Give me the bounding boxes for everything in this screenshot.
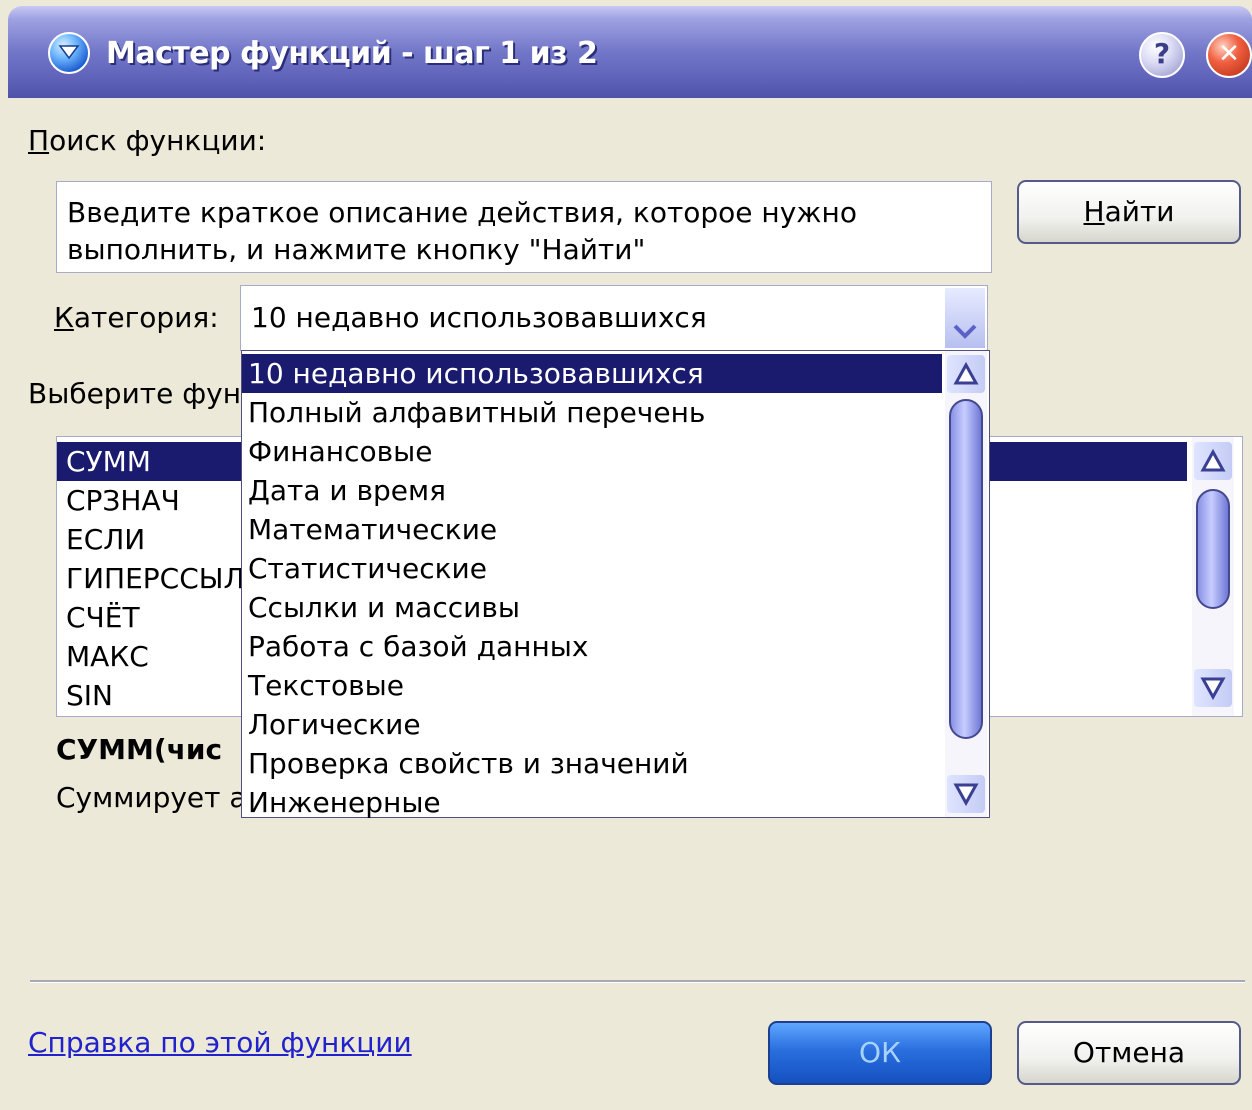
search-label-text: оиск функции:: [49, 124, 267, 157]
triangle-up-icon: [1200, 448, 1226, 472]
category-dropdown-button[interactable]: [945, 288, 985, 348]
function-help-link[interactable]: Справка по этой функции: [28, 1026, 412, 1059]
scroll-up-button[interactable]: [1194, 442, 1232, 480]
category-option[interactable]: Ссылки и массивы: [242, 588, 942, 627]
footer-separator: [30, 980, 1245, 983]
dropdown-scrollbar[interactable]: [945, 351, 987, 817]
category-selected-value: 10 недавно использовавшихся: [251, 301, 707, 334]
dropdown-scroll-thumb[interactable]: [949, 399, 983, 739]
function-wizard-dialog: Мастер функций - шаг 1 из 2 ? ✕ Поиск фу…: [0, 0, 1252, 1110]
category-option[interactable]: Работа с базой данных: [242, 627, 942, 666]
title-bar[interactable]: Мастер функций - шаг 1 из 2 ? ✕: [8, 6, 1252, 98]
function-description: Суммирует а: [56, 781, 247, 814]
scroll-down-button[interactable]: [1194, 669, 1232, 707]
triangle-down-icon: [953, 783, 979, 807]
triangle-up-icon: [953, 361, 979, 385]
cancel-button[interactable]: Отмена: [1017, 1021, 1241, 1085]
function-list-scrollbar[interactable]: [1192, 437, 1234, 716]
category-option[interactable]: Логические: [242, 705, 942, 744]
category-label-mnemonic: К: [54, 301, 74, 334]
window-menu-icon[interactable]: [48, 32, 90, 74]
search-input[interactable]: Введите краткое описание действия, котор…: [56, 181, 992, 273]
category-select[interactable]: 10 недавно использовавшихся: [240, 285, 988, 351]
function-list-label: Выберите фун: [28, 377, 242, 410]
dropdown-scroll-up-button[interactable]: [947, 355, 985, 393]
category-option[interactable]: Текстовые: [242, 666, 942, 705]
function-signature: СУММ(чис: [56, 733, 223, 766]
close-button[interactable]: ✕: [1206, 32, 1252, 78]
category-option[interactable]: Проверка свойств и значений: [242, 744, 942, 783]
category-option[interactable]: Инженерные: [242, 783, 942, 822]
category-option[interactable]: Полный алфавитный перечень: [242, 393, 942, 432]
search-label: Поиск функции:: [28, 124, 266, 157]
window-title: Мастер функций - шаг 1 из 2: [106, 36, 598, 71]
help-button[interactable]: ?: [1139, 32, 1185, 78]
category-option[interactable]: Математические: [242, 510, 942, 549]
category-label-text: атегория:: [73, 301, 219, 334]
dropdown-scroll-down-button[interactable]: [947, 775, 985, 813]
find-button[interactable]: Найти: [1017, 180, 1241, 244]
search-label-mnemonic: П: [28, 124, 50, 157]
category-dropdown-list[interactable]: 10 недавно использовавшихся Полный алфав…: [241, 350, 990, 819]
find-button-label: айти: [1104, 195, 1175, 228]
find-button-mnemonic: Н: [1083, 195, 1105, 228]
category-label: Категория:: [54, 301, 219, 334]
ok-button[interactable]: ОК: [768, 1021, 992, 1085]
category-option[interactable]: Дата и время: [242, 471, 942, 510]
triangle-down-icon: [1200, 677, 1226, 701]
category-option[interactable]: Финансовые: [242, 432, 942, 471]
category-option[interactable]: 10 недавно использовавшихся: [242, 354, 942, 393]
scroll-thumb[interactable]: [1196, 489, 1230, 609]
category-option[interactable]: Статистические: [242, 549, 942, 588]
chevron-down-icon: [953, 324, 977, 339]
